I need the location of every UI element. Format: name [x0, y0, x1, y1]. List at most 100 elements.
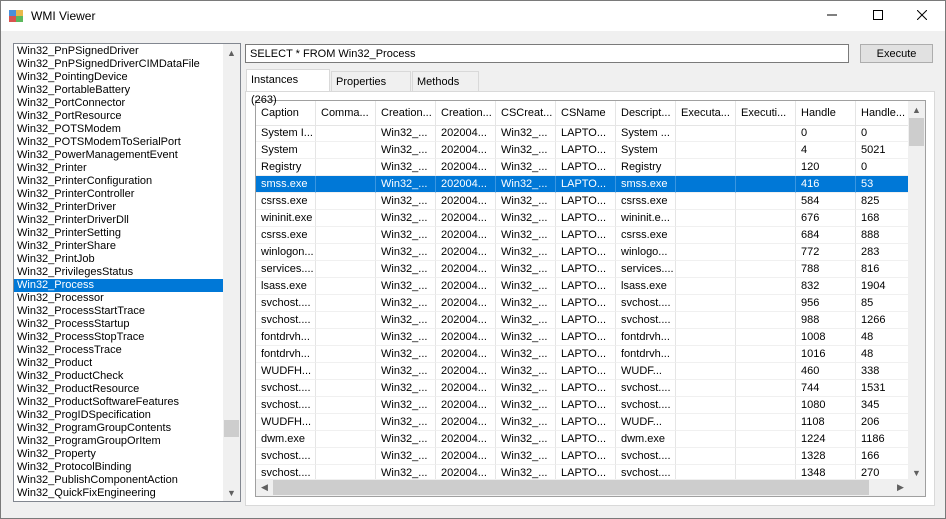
table-row[interactable]: WUDFH... Win32_... 202004... Win32_... LAPTO…: [256, 363, 910, 380]
grid-horizontal-scroll-thumb[interactable]: [273, 480, 869, 495]
table-cell[interactable]: svchost....: [256, 397, 316, 414]
table-cell[interactable]: 684: [796, 227, 856, 244]
table-cell[interactable]: 202004...: [436, 125, 496, 142]
table-cell[interactable]: [736, 431, 796, 448]
table-cell[interactable]: [676, 125, 736, 142]
table-cell[interactable]: [316, 448, 376, 465]
table-cell[interactable]: System ...: [616, 125, 676, 142]
class-list[interactable]: Win32_QuickFixEngineering Win32_PublishCo…: [13, 43, 241, 502]
class-list-item[interactable]: Win32_PnPSignedDriver: [14, 45, 224, 58]
table-cell[interactable]: [316, 431, 376, 448]
class-list-item[interactable]: Win32_PrinterConfiguration: [14, 175, 224, 188]
table-row[interactable]: winlogon... Win32_... 202004... Win32_... LA…: [256, 244, 910, 261]
table-cell[interactable]: 202004...: [436, 278, 496, 295]
title-bar[interactable]: WMI Viewer: [1, 1, 945, 31]
table-cell[interactable]: [316, 295, 376, 312]
class-list-scrollbar[interactable]: ▲ ▼: [223, 44, 240, 501]
table-cell[interactable]: 202004...: [436, 397, 496, 414]
table-cell[interactable]: LAPTO...: [556, 312, 616, 329]
class-list-item[interactable]: Win32_ProcessStopTrace: [14, 331, 224, 344]
table-cell[interactable]: Win32_...: [376, 227, 436, 244]
table-cell[interactable]: Win32_...: [496, 244, 556, 261]
table-cell[interactable]: Win32_...: [496, 329, 556, 346]
table-cell[interactable]: [316, 363, 376, 380]
table-cell[interactable]: fontdrvh...: [256, 329, 316, 346]
table-cell[interactable]: [736, 176, 796, 193]
table-cell[interactable]: [736, 193, 796, 210]
table-cell[interactable]: Win32_...: [496, 227, 556, 244]
table-cell[interactable]: svchost....: [616, 380, 676, 397]
table-cell[interactable]: svchost....: [616, 312, 676, 329]
table-cell[interactable]: [676, 329, 736, 346]
table-cell[interactable]: 1186: [856, 431, 910, 448]
table-cell[interactable]: Win32_...: [376, 142, 436, 159]
table-cell[interactable]: [736, 261, 796, 278]
table-cell[interactable]: 0: [856, 159, 910, 176]
table-cell[interactable]: [316, 142, 376, 159]
table-cell[interactable]: [316, 278, 376, 295]
table-row[interactable]: System Win32_... 202004... Win32_... LAPTO..…: [256, 142, 910, 159]
table-cell[interactable]: [736, 312, 796, 329]
class-list-item[interactable]: Win32_ProgramGroupContents: [14, 422, 224, 435]
table-cell[interactable]: Win32_...: [496, 193, 556, 210]
table-cell[interactable]: winlogo...: [616, 244, 676, 261]
table-cell[interactable]: winlogon...: [256, 244, 316, 261]
table-cell[interactable]: 988: [796, 312, 856, 329]
table-cell[interactable]: 85: [856, 295, 910, 312]
class-list-item[interactable]: Win32_PnPSignedDriverCIMDataFile: [14, 58, 224, 71]
table-cell[interactable]: 816: [856, 261, 910, 278]
table-cell[interactable]: Win32_...: [496, 142, 556, 159]
table-cell[interactable]: LAPTO...: [556, 414, 616, 431]
table-row[interactable]: dwm.exe Win32_... 202004... Win32_... LAPTO.…: [256, 431, 910, 448]
class-list-item[interactable]: Win32_ProcessStartTrace: [14, 305, 224, 318]
table-cell[interactable]: Win32_...: [496, 312, 556, 329]
table-cell[interactable]: LAPTO...: [556, 448, 616, 465]
table-cell[interactable]: [676, 414, 736, 431]
table-cell[interactable]: [676, 244, 736, 261]
table-row[interactable]: svchost.... Win32_... 202004... Win32_... LA…: [256, 312, 910, 329]
grid-vertical-scrollbar[interactable]: ▲ ▼: [908, 101, 925, 481]
table-cell[interactable]: 120: [796, 159, 856, 176]
table-cell[interactable]: [316, 261, 376, 278]
table-cell[interactable]: Win32_...: [496, 295, 556, 312]
table-cell[interactable]: 676: [796, 210, 856, 227]
table-row[interactable]: Registry Win32_... 202004... Win32_... LAPTO…: [256, 159, 910, 176]
table-cell[interactable]: [316, 380, 376, 397]
table-row[interactable]: fontdrvh... Win32_... 202004... Win32_... LA…: [256, 329, 910, 346]
table-cell[interactable]: [736, 159, 796, 176]
class-list-item[interactable]: Win32_PrinterController: [14, 188, 224, 201]
table-cell[interactable]: svchost....: [616, 295, 676, 312]
table-cell[interactable]: 1008: [796, 329, 856, 346]
table-cell[interactable]: [736, 142, 796, 159]
table-cell[interactable]: Win32_...: [376, 159, 436, 176]
column-header[interactable]: Executi...: [736, 101, 796, 125]
class-list-item[interactable]: Win32_QuickFixEngineering: [14, 487, 224, 500]
table-cell[interactable]: 202004...: [436, 261, 496, 278]
table-cell[interactable]: 202004...: [436, 363, 496, 380]
table-cell[interactable]: System: [256, 142, 316, 159]
table-cell[interactable]: 772: [796, 244, 856, 261]
table-cell[interactable]: svchost....: [256, 380, 316, 397]
column-header[interactable]: Creation...: [436, 101, 496, 125]
table-cell[interactable]: [316, 227, 376, 244]
table-cell[interactable]: Win32_...: [376, 346, 436, 363]
instances-grid[interactable]: Caption Comma... Creation... Creation... CSC…: [255, 100, 926, 497]
table-cell[interactable]: [736, 295, 796, 312]
table-cell[interactable]: fontdrvh...: [256, 346, 316, 363]
table-cell[interactable]: [316, 210, 376, 227]
table-cell[interactable]: Win32_...: [376, 125, 436, 142]
table-cell[interactable]: smss.exe: [256, 176, 316, 193]
class-list-item[interactable]: Win32_PortableBattery: [14, 84, 224, 97]
tab-methods[interactable]: Methods (7): [412, 71, 479, 108]
table-cell[interactable]: 202004...: [436, 244, 496, 261]
table-cell[interactable]: LAPTO...: [556, 278, 616, 295]
table-cell[interactable]: [676, 142, 736, 159]
table-cell[interactable]: 0: [856, 125, 910, 142]
class-list-item[interactable]: Win32_ProductCheck: [14, 370, 224, 383]
class-list-item[interactable]: Win32_ProductResource: [14, 383, 224, 396]
table-cell[interactable]: LAPTO...: [556, 380, 616, 397]
table-cell[interactable]: csrss.exe: [616, 227, 676, 244]
table-cell[interactable]: 1266: [856, 312, 910, 329]
table-cell[interactable]: LAPTO...: [556, 397, 616, 414]
table-cell[interactable]: 202004...: [436, 346, 496, 363]
